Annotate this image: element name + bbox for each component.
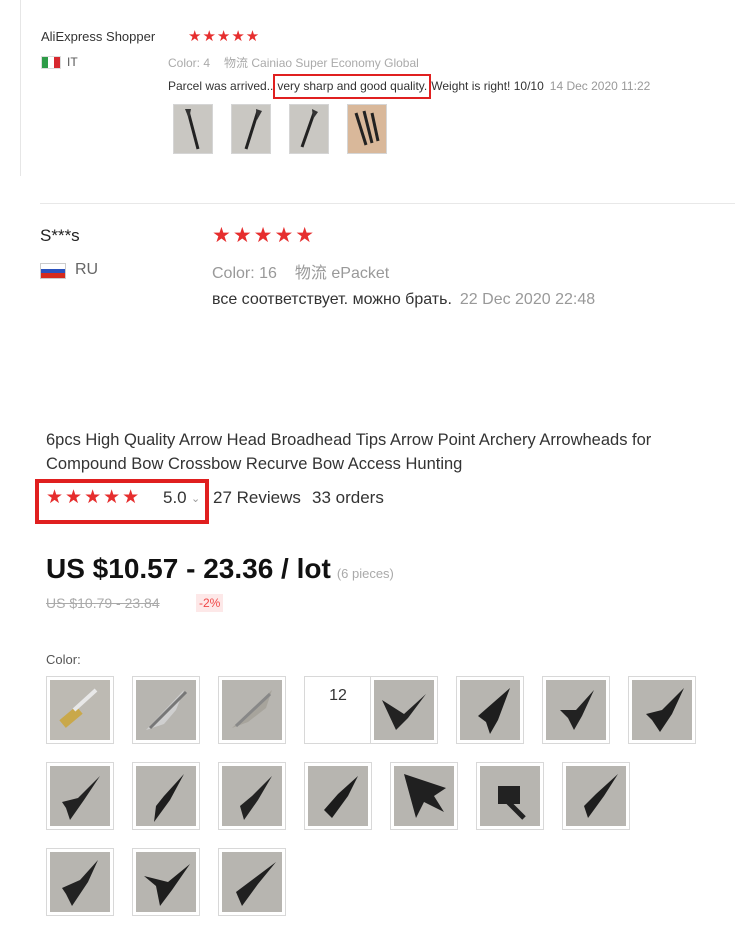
product-title: 6pcs High Quality Arrow Head Broadhead T…: [46, 431, 652, 473]
reviewer-name: AliExpress Shopper: [41, 29, 156, 44]
color-swatch[interactable]: [370, 676, 438, 744]
discount-badge: -2%: [196, 594, 224, 612]
review-color: Color: 16: [212, 265, 277, 282]
review-photos: [173, 104, 387, 154]
orders-count: 33 orders: [312, 488, 384, 507]
reviewer-name: S***s: [40, 226, 80, 245]
review-text-end: Weight is right! 10/10: [431, 79, 544, 93]
review-photo[interactable]: [289, 104, 329, 154]
color-swatch[interactable]: [46, 762, 114, 830]
color-swatch[interactable]: [456, 676, 524, 744]
review-card-2: S***s ★★★★★ RU Color: 16 物流 ePacket все с…: [0, 204, 750, 334]
color-swatch[interactable]: [46, 676, 114, 744]
color-swatch-text: 12: [329, 687, 347, 704]
rating-stars: ★★★★★: [188, 28, 261, 45]
review-date: 14 Dec 2020 11:22: [549, 79, 651, 93]
product-rating-stars: ★★★★★: [46, 487, 142, 508]
italy-flag-icon: [41, 56, 61, 69]
color-swatch[interactable]: [218, 676, 286, 744]
color-swatch[interactable]: [132, 848, 200, 916]
color-swatch[interactable]: [46, 848, 114, 916]
chevron-down-icon[interactable]: ⌄: [191, 492, 200, 505]
review-text: Parcel was arrived.. very sharp and good …: [168, 74, 651, 99]
review-photo[interactable]: [231, 104, 271, 154]
original-price: US $10.79 - 23.84: [46, 595, 160, 611]
color-swatch[interactable]: [218, 848, 286, 916]
review-photo[interactable]: [173, 104, 213, 154]
color-swatch[interactable]: [304, 762, 372, 830]
review-shipping: 物流 Cainiao Super Economy Global: [224, 56, 419, 70]
review-shipping: 物流 ePacket: [294, 265, 390, 282]
color-swatch[interactable]: [390, 762, 458, 830]
color-option-label: Color:: [46, 652, 81, 667]
review-card-1: AliExpress Shopper ★★★★★ IT Color: 4 物流 C…: [20, 0, 733, 176]
reviews-link[interactable]: 27 Reviews: [213, 488, 301, 508]
review-meta: Color: 4 物流 Cainiao Super Economy Global: [168, 54, 419, 71]
review-meta: Color: 16 物流 ePacket: [212, 259, 389, 283]
review-text-start: Parcel was arrived..: [168, 79, 274, 93]
color-swatch[interactable]: [132, 762, 200, 830]
reviewer-country: IT: [67, 55, 78, 69]
color-swatch[interactable]: [542, 676, 610, 744]
review-body: все соответствует. можно брать.: [212, 291, 452, 308]
color-swatch[interactable]: [562, 762, 630, 830]
price-value: US $10.57 - 23.36 / lot: [46, 553, 331, 584]
rating-stars: ★★★★★: [212, 224, 317, 247]
color-swatch[interactable]: [218, 762, 286, 830]
highlighted-review-phrase: very sharp and good quality.: [273, 74, 432, 99]
product-price: US $10.57 - 23.36 / lot (6 pieces): [46, 553, 394, 585]
product-rating-score[interactable]: 5.0: [163, 488, 187, 508]
color-swatch[interactable]: 12: [304, 676, 372, 744]
review-date: 22 Dec 2020 22:48: [459, 291, 596, 308]
price-unit: (6 pieces): [336, 566, 394, 581]
reviewer-country: RU: [75, 261, 99, 278]
review-photo[interactable]: [347, 104, 387, 154]
review-color: Color: 4: [168, 56, 211, 70]
color-swatch[interactable]: [476, 762, 544, 830]
review-text: все соответствует. можно брать. 22 Dec 20…: [212, 291, 595, 309]
russia-flag-icon: [40, 263, 66, 279]
color-swatch[interactable]: [628, 676, 696, 744]
color-swatch[interactable]: [132, 676, 200, 744]
